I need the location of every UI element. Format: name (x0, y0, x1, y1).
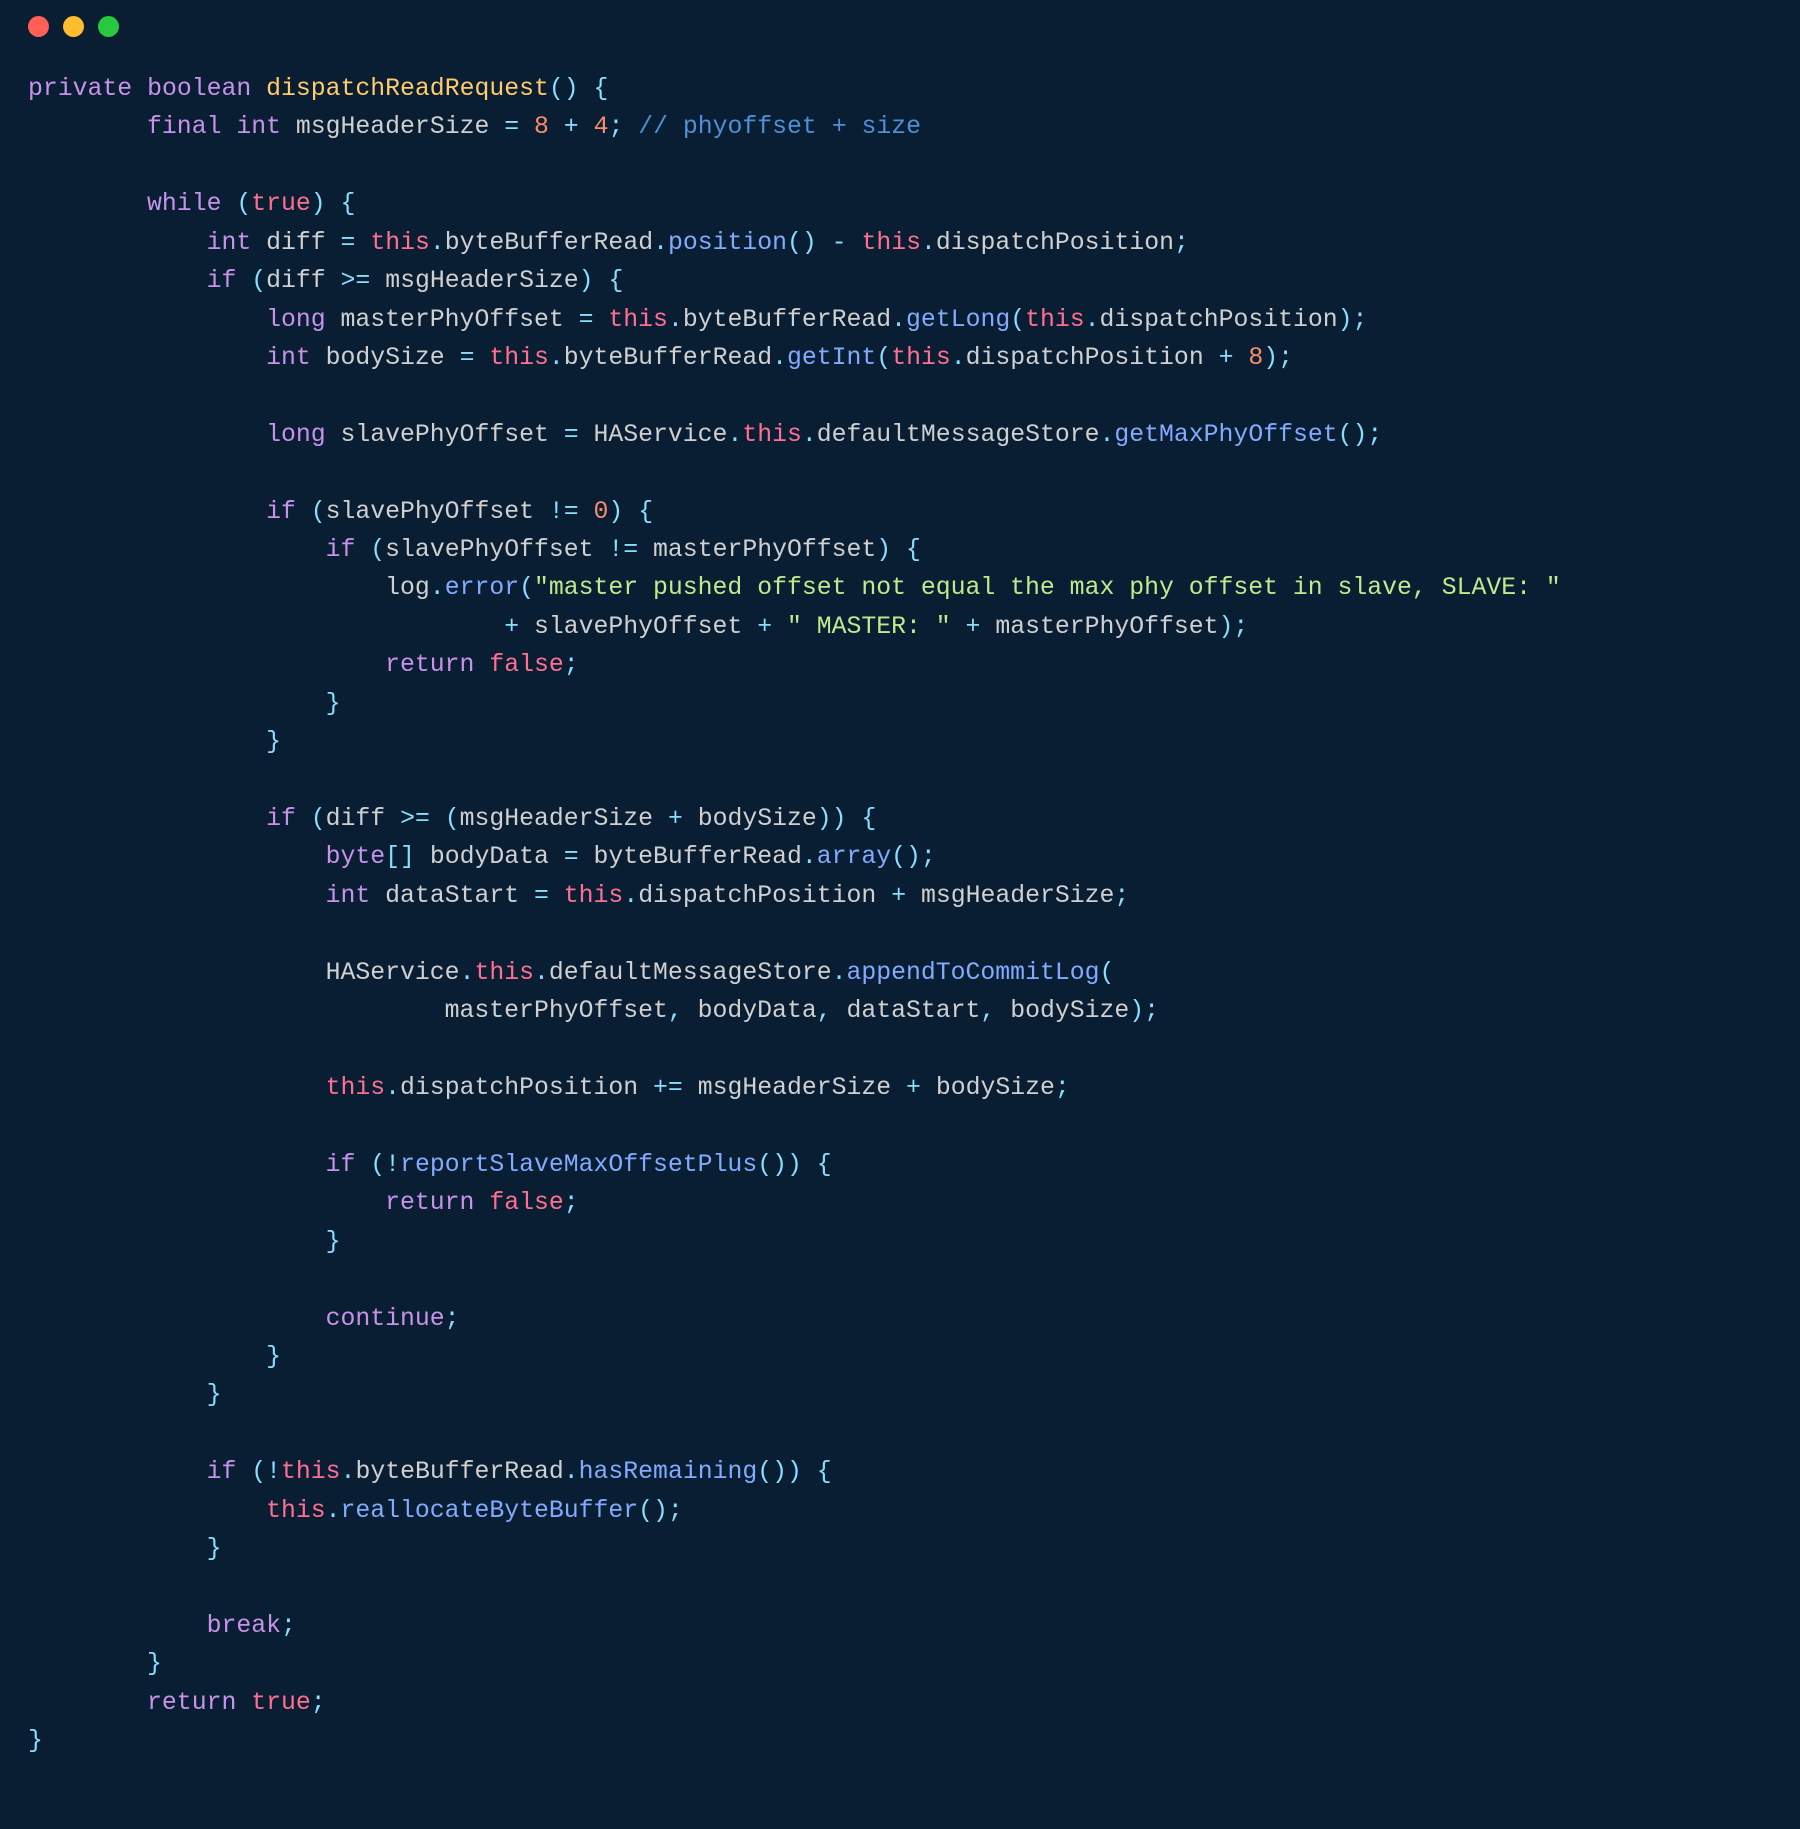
num-8: 8 (534, 113, 549, 141)
minimize-icon[interactable] (63, 16, 84, 37)
keyword-true: true (251, 190, 311, 218)
method-name: dispatchReadRequest (266, 75, 549, 103)
string-err1: "master pushed offset not equal the max … (534, 574, 1561, 602)
comment: // phyoffset + size (638, 113, 921, 141)
type-boolean: boolean (147, 75, 251, 103)
window-titlebar (0, 0, 1800, 52)
code-window: private boolean dispatchReadRequest() { … (0, 0, 1800, 1789)
code-block: private boolean dispatchReadRequest() { … (0, 52, 1800, 1789)
string-err2: " MASTER: " (787, 613, 951, 641)
keyword-final: final (147, 113, 221, 141)
maximize-icon[interactable] (98, 16, 119, 37)
keyword-while: while (147, 190, 221, 218)
keyword-private: private (28, 75, 132, 103)
close-icon[interactable] (28, 16, 49, 37)
var-msgHeaderSize: msgHeaderSize (296, 113, 489, 141)
num-4: 4 (594, 113, 609, 141)
type-int: int (236, 113, 281, 141)
